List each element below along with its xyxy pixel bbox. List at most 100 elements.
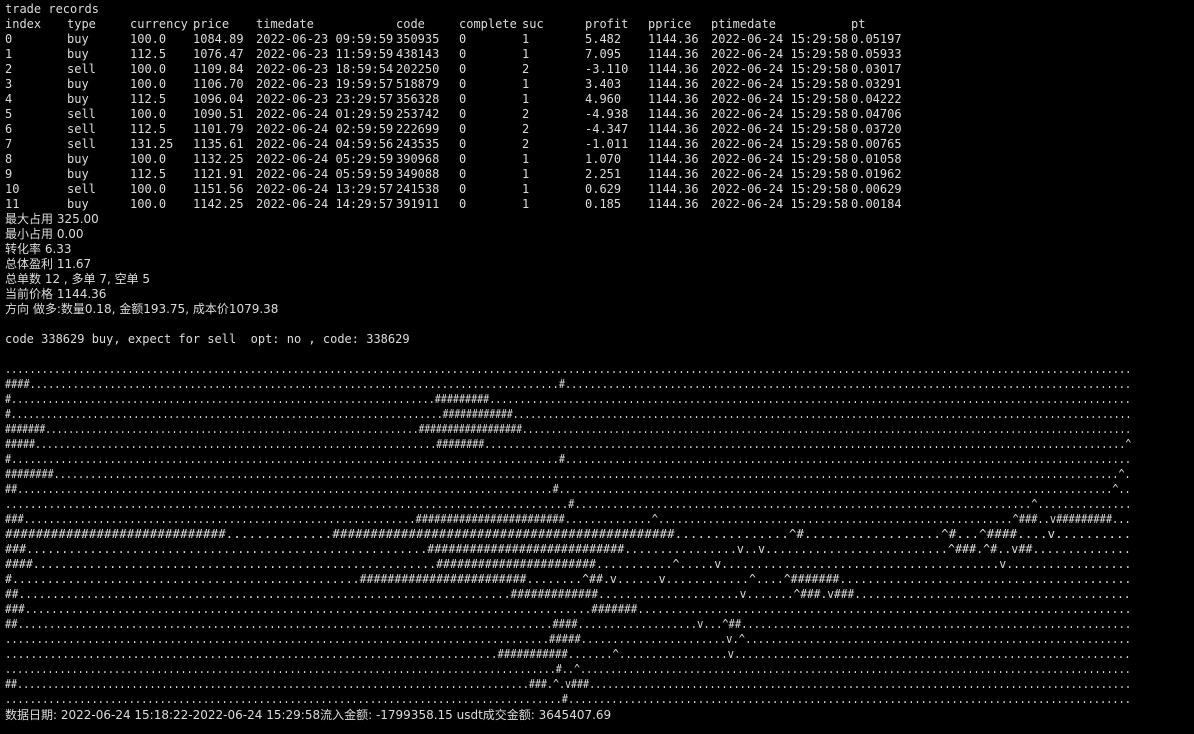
table-cell: 1144.36 (648, 32, 699, 46)
table-cell: 0 (459, 152, 467, 166)
plot-line: ###.....................................… (5, 512, 1131, 526)
table-cell: buy (67, 32, 89, 46)
table-cell: buy (67, 167, 89, 181)
table-cell: 0 (459, 182, 467, 196)
table-cell: sell (67, 107, 96, 121)
table-cell: 1144.36 (648, 62, 699, 76)
table-cell: 391911 (396, 197, 440, 211)
table-cell: 1106.70 (193, 77, 244, 91)
table-cell: 0 (5, 32, 13, 46)
table-cell: 0 (459, 107, 467, 121)
column-header: profit (585, 17, 629, 31)
table-cell: 2022-06-24 05:59:59 (256, 167, 394, 181)
table-cell: 2022-06-24 15:29:58 (711, 152, 849, 166)
column-header: suc (522, 17, 544, 31)
table-cell: 0 (459, 167, 467, 181)
code-line: code 338629 buy, expect for sell opt: no… (5, 332, 410, 346)
table-cell: 2022-06-24 15:29:58 (711, 167, 849, 181)
table-cell: 2.251 (585, 167, 622, 181)
table-cell: 1144.36 (648, 122, 699, 136)
column-header: code (396, 17, 425, 31)
table-cell: 2022-06-24 15:29:58 (711, 107, 849, 121)
table-cell: 100.0 (130, 77, 167, 91)
table-cell: 1096.04 (193, 92, 244, 106)
table-cell: 1084.89 (193, 32, 244, 46)
table-cell: buy (67, 77, 89, 91)
table-cell: 0 (459, 32, 467, 46)
summary-line: 当前价格 1144.36 (5, 287, 107, 301)
table-cell: 4.960 (585, 92, 622, 106)
summary-line: 最大占用 325.00 (5, 212, 99, 226)
table-cell: 2 (5, 62, 13, 76)
terminal-window[interactable]: trade records index type currency price time… (0, 0, 1194, 734)
plot-line: ........................................… (5, 692, 1131, 706)
summary-line: 方向 做多:数量0.18, 金额193.75, 成本价1079.38 (5, 302, 279, 316)
table-cell: 1142.25 (193, 197, 244, 211)
table-cell: 2022-06-24 15:29:58 (711, 137, 849, 151)
table-cell: 1121.91 (193, 167, 244, 181)
table-cell: 2 (522, 137, 530, 151)
table-cell: buy (67, 92, 89, 106)
plot-line: #.......................................… (5, 392, 1131, 406)
table-cell: 1 (522, 47, 530, 61)
plot-line: #####...................................… (5, 437, 1132, 451)
table-cell: buy (67, 152, 89, 166)
plot-line: ........................................… (5, 632, 1131, 646)
table-cell: 518879 (396, 77, 440, 91)
table-cell: 2022-06-23 23:29:57 (256, 92, 394, 106)
table-cell: 1144.36 (648, 107, 699, 121)
plot-line: ####....................................… (5, 557, 1132, 571)
table-cell: 2022-06-24 15:29:58 (711, 182, 849, 196)
table-cell: sell (67, 122, 96, 136)
table-cell: 100.0 (130, 62, 167, 76)
table-cell: 1144.36 (648, 152, 699, 166)
column-header: currency (130, 17, 188, 31)
table-cell: 112.5 (130, 122, 167, 136)
table-cell: 241538 (396, 182, 440, 196)
table-cell: 2022-06-24 13:29:57 (256, 182, 394, 196)
table-cell: -1.011 (585, 137, 629, 151)
table-cell: 1144.36 (648, 137, 699, 151)
table-cell: 7 (5, 137, 13, 151)
table-cell: 0.00184 (851, 197, 902, 211)
table-cell: 0.03291 (851, 77, 902, 91)
table-cell: 2022-06-24 15:29:58 (711, 197, 849, 211)
plot-line: ##......................................… (5, 617, 1132, 631)
table-cell: 0.629 (585, 182, 622, 196)
table-cell: 1101.79 (193, 122, 244, 136)
table-cell: 2022-06-23 09:59:59 (256, 32, 394, 46)
plot-line: #############################...........… (5, 527, 1132, 541)
table-cell: 2022-06-24 14:29:57 (256, 197, 394, 211)
table-cell: 0.05933 (851, 47, 902, 61)
table-cell: 1 (522, 152, 530, 166)
summary-line: 总体盈利 11.67 (5, 257, 92, 271)
table-cell: 2022-06-24 02:59:59 (256, 122, 394, 136)
column-header: ptimedate (711, 17, 777, 31)
summary-line: 转化率 6.33 (5, 242, 72, 256)
table-cell: buy (67, 47, 89, 61)
table-cell: 0.01058 (851, 152, 902, 166)
plot-line: ........................................… (5, 647, 1131, 661)
table-cell: 356328 (396, 92, 440, 106)
table-cell: 1144.36 (648, 182, 699, 196)
table-cell: 11 (5, 197, 20, 211)
column-header: price (193, 17, 230, 31)
table-cell: 0 (459, 197, 467, 211)
plot-line: ###.....................................… (5, 542, 1131, 556)
plot-line: #######.................................… (5, 422, 1132, 436)
table-cell: sell (67, 182, 96, 196)
plot-line: ........................................… (5, 497, 1132, 511)
table-cell: 0.00629 (851, 182, 902, 196)
table-cell: 349088 (396, 167, 440, 181)
table-cell: 100.0 (130, 152, 167, 166)
table-cell: 202250 (396, 62, 440, 76)
table-cell: 0 (459, 47, 467, 61)
table-cell: 350935 (396, 32, 440, 46)
table-cell: 112.5 (130, 92, 167, 106)
table-cell: 222699 (396, 122, 440, 136)
table-cell: -4.938 (585, 107, 629, 121)
table-cell: 3.403 (585, 77, 622, 91)
table-cell: 0 (459, 62, 467, 76)
table-cell: 2022-06-23 18:59:54 (256, 62, 394, 76)
table-cell: 2022-06-24 01:29:59 (256, 107, 394, 121)
